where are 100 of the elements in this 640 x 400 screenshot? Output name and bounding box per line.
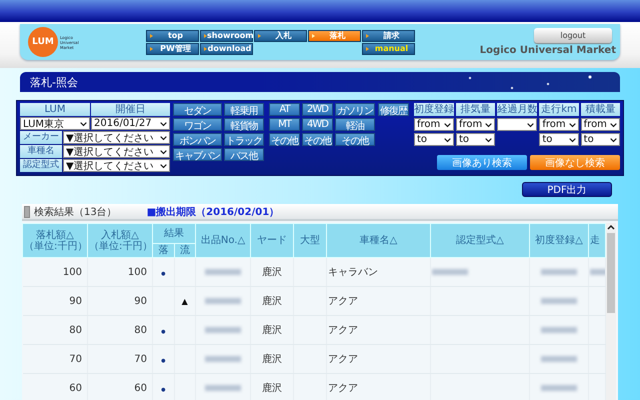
nav-tab[interactable]: 入札 <box>254 30 307 42</box>
field-label: メーカー <box>20 131 62 144</box>
dropdown[interactable]: to <box>456 133 496 146</box>
chevron-icon <box>568 136 576 142</box>
field-label: 積載量 <box>580 103 620 116</box>
nav-tab[interactable]: download <box>200 42 253 54</box>
page-title: 落札-照会 <box>30 74 78 90</box>
table-cell: 鹿沢 <box>250 316 294 344</box>
filter-button[interactable]: ボンバン <box>173 133 222 146</box>
chevron-icon <box>160 134 167 140</box>
dropdown[interactable]: from <box>539 118 579 131</box>
dropdown[interactable]: 2016/01/27 <box>91 117 170 130</box>
filter-button[interactable]: 軽貨物 <box>224 118 264 131</box>
filter-button[interactable]: その他 <box>269 133 300 146</box>
filter-button[interactable]: キャブバン <box>173 148 222 161</box>
table-cell: 80 <box>88 316 152 344</box>
passed-mark: ▲ <box>182 296 188 306</box>
table-cell: アクア <box>326 344 430 374</box>
field-label: 初度登録 <box>414 103 454 116</box>
column-header[interactable]: 走 <box>588 224 606 258</box>
filter-button[interactable]: その他 <box>302 133 333 146</box>
dropdown[interactable]: ▼選択してください <box>63 159 170 172</box>
results-count: 検索結果（13台） <box>34 206 117 218</box>
nav-tab[interactable]: PW管理 <box>146 42 199 54</box>
table-cell: 60 <box>22 374 88 400</box>
dropdown[interactable]: LUM東京 <box>20 117 90 130</box>
table-cell: 鹿沢 <box>250 374 294 400</box>
dropdown[interactable]: to <box>414 133 454 146</box>
field-label: 経過月数 <box>497 103 538 116</box>
filter-button[interactable]: MT <box>269 118 300 131</box>
table-cell: 100 <box>88 258 152 286</box>
table-cell: 100 <box>22 258 88 286</box>
dropdown[interactable]: ▼選択してください <box>63 131 170 144</box>
column-header[interactable]: ヤード <box>250 224 294 258</box>
column-header[interactable]: 出品No.△ <box>196 224 250 258</box>
table-cell: 70 <box>88 344 152 374</box>
nav-tab[interactable]: 落札 <box>308 30 361 42</box>
chevron-icon <box>485 136 492 142</box>
filter-button[interactable]: 軽乗用 <box>224 103 264 116</box>
field-label: 認定型式 <box>20 159 62 172</box>
arrow-icon <box>366 46 369 50</box>
search-button[interactable]: 画像なし検索 <box>530 155 620 170</box>
chevron-icon <box>610 122 617 128</box>
filter-button[interactable]: 軽油 <box>335 118 375 131</box>
chevron-icon <box>527 122 534 128</box>
filter-button[interactable]: トラック <box>224 133 264 146</box>
table-cell: キャラバン <box>326 258 430 286</box>
filter-button[interactable]: セダン <box>173 103 222 116</box>
filter-button[interactable]: その他 <box>335 133 375 146</box>
chevron-icon <box>160 120 167 126</box>
arrow-icon <box>366 34 369 38</box>
dropdown[interactable]: from <box>580 118 620 131</box>
arrow-icon <box>150 46 153 50</box>
nav-tab[interactable]: top <box>146 30 199 42</box>
arrow-icon <box>312 34 315 38</box>
field-label: 排気量 <box>456 103 496 116</box>
brand-name: Logico Universal Market <box>480 45 616 56</box>
column-header[interactable]: 車種名△ <box>326 224 430 258</box>
dropdown[interactable]: to <box>580 133 620 146</box>
chevron-icon <box>485 122 492 128</box>
column-header[interactable]: 結果 <box>152 224 196 244</box>
dropdown[interactable] <box>497 118 538 131</box>
dropdown[interactable]: from <box>414 118 454 131</box>
chevron-icon <box>568 122 576 128</box>
field-label: 車種名 <box>20 145 62 158</box>
arrow-icon <box>204 34 207 38</box>
logo-mark: LUM <box>28 27 58 57</box>
arrow-icon <box>150 34 153 38</box>
column-header[interactable]: 大型 <box>294 224 326 258</box>
column-header[interactable]: 入札額△ （単位:千円） <box>88 224 152 258</box>
dropdown[interactable]: to <box>539 133 579 146</box>
pdf-export-button[interactable]: PDF出力 <box>522 182 612 197</box>
table-cell: アクア <box>326 374 430 400</box>
filter-button[interactable]: 修復歴 <box>378 103 409 116</box>
chevron-icon <box>160 162 167 168</box>
chevron-icon <box>80 120 87 126</box>
filter-button[interactable]: 4WD <box>302 118 333 131</box>
filter-button[interactable]: AT <box>269 103 300 116</box>
scrollbar[interactable] <box>606 223 616 400</box>
dropdown[interactable]: from <box>456 118 496 131</box>
nav-tab[interactable]: manual <box>362 42 415 54</box>
column-header[interactable]: 認定型式△ <box>430 224 530 258</box>
nav-tab[interactable]: 請求 <box>362 30 415 42</box>
logout-button[interactable]: logout <box>534 28 612 43</box>
arrow-icon <box>258 34 261 38</box>
table-cell: 鹿沢 <box>250 286 294 316</box>
filter-button[interactable]: バス他 <box>224 148 264 161</box>
filter-button[interactable]: ガソリン <box>335 103 375 116</box>
filter-button[interactable]: ワゴン <box>173 118 222 131</box>
nav-tab[interactable]: showroom <box>200 30 253 42</box>
table-cell: 80 <box>22 316 88 344</box>
deadline-label: ■搬出期限（2016/02/01） <box>146 206 280 218</box>
filter-button[interactable]: 2WD <box>302 103 333 116</box>
column-header[interactable]: 初度登録△ <box>530 224 588 258</box>
search-button[interactable]: 画像あり検索 <box>437 155 527 170</box>
table-cell: 90 <box>88 286 152 316</box>
arrow-icon <box>204 46 207 50</box>
dropdown[interactable]: ▼選択してください <box>63 145 170 158</box>
scroll-up-icon[interactable] <box>606 223 616 231</box>
column-header[interactable]: 落札額△ （単位:千円） <box>22 224 88 258</box>
